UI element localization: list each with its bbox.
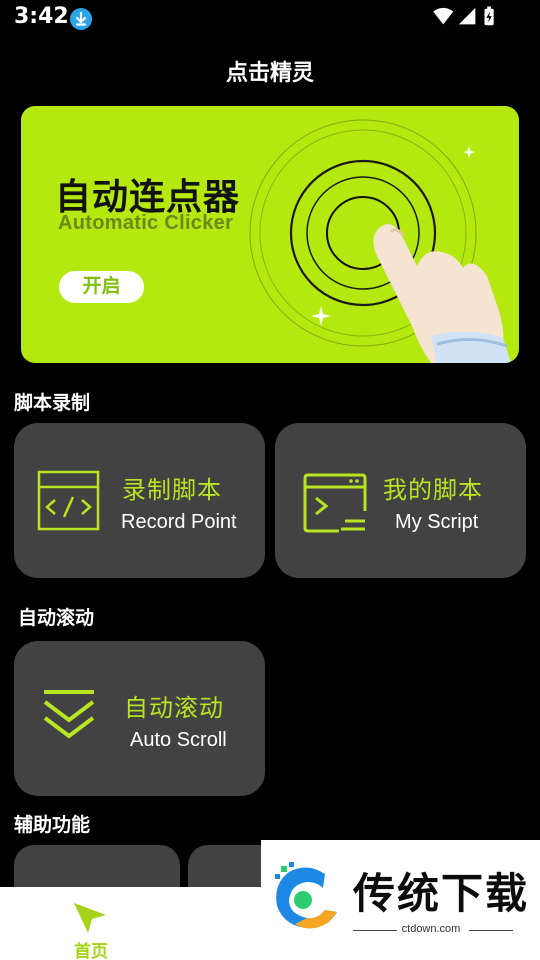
auto-clicker-banner[interactable]: 自动连点器 Automatic Clicker 开启	[21, 106, 519, 363]
watermark-brand: 传统下载	[353, 869, 530, 918]
record-point-card[interactable]: 录制脚本 Record Point	[14, 423, 265, 578]
download-icon	[70, 8, 92, 30]
home-cursor-icon	[74, 903, 106, 933]
section-script-recording: 脚本录制	[14, 392, 91, 414]
start-button[interactable]: 开启	[59, 271, 144, 303]
record-point-subtitle: Record Point	[121, 511, 237, 533]
wifi-icon	[433, 7, 454, 25]
signal-icon	[458, 7, 476, 25]
watermark-logo	[275, 862, 337, 929]
auto-scroll-subtitle: Auto Scroll	[130, 729, 227, 751]
auto-scroll-title: 自动滚动	[124, 694, 224, 722]
my-script-card[interactable]: 我的脚本 My Script	[275, 423, 526, 578]
section-auto-scroll: 自动滚动	[18, 607, 95, 629]
my-script-subtitle: My Script	[395, 511, 479, 533]
status-bar: 3:42	[0, 0, 540, 38]
banner-illustration	[249, 119, 511, 363]
code-editor-icon	[37, 470, 100, 531]
nav-home[interactable]: 首页	[56, 893, 126, 960]
auto-scroll-card[interactable]: 自动滚动 Auto Scroll	[14, 641, 265, 796]
status-time: 3:42	[14, 4, 69, 29]
nav-home-label: 首页	[74, 942, 108, 960]
hand-pointer-icon	[373, 224, 511, 363]
terminal-icon	[303, 473, 367, 533]
banner-subtitle: Automatic Clicker	[58, 212, 234, 234]
page-title: 点击精灵	[225, 61, 314, 86]
scroll-down-icon	[43, 690, 95, 739]
section-assist-functions: 辅助功能	[14, 814, 91, 836]
my-script-title: 我的脚本	[383, 476, 483, 504]
watermark-url: ctdown.com	[401, 923, 461, 935]
watermark: 传统下载 ctdown.com	[261, 840, 540, 960]
record-point-title: 录制脚本	[122, 476, 222, 504]
status-icons	[433, 6, 494, 26]
